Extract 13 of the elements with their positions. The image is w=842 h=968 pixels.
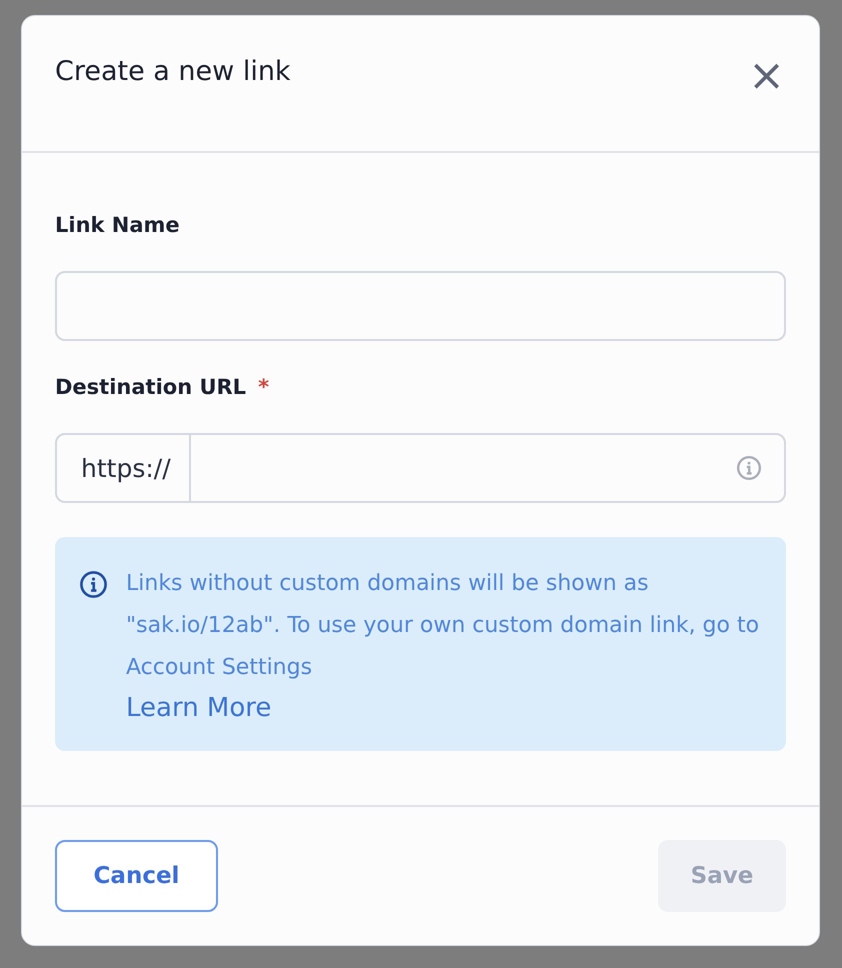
required-mark: *: [258, 375, 270, 399]
notice-text: Links without custom domains will be shown as "sak.io/12ab". To use your own custom domain link, go to Account Settings: [126, 570, 760, 682]
field-label: Link Name: [55, 213, 180, 237]
info-icon: [736, 455, 762, 481]
dialog-title: Create a new link: [55, 56, 291, 87]
cancel-button[interactable]: Cancel: [55, 840, 218, 912]
input-field[interactable]: https://: [55, 433, 786, 503]
field-label: Destination URL: [55, 375, 246, 399]
close-button[interactable]: ×: [748, 54, 785, 98]
learn-more-link[interactable]: Learn More: [126, 693, 272, 723]
url-prefix: https://: [57, 435, 191, 501]
input-field[interactable]: [55, 271, 786, 341]
info-icon: [79, 570, 108, 599]
